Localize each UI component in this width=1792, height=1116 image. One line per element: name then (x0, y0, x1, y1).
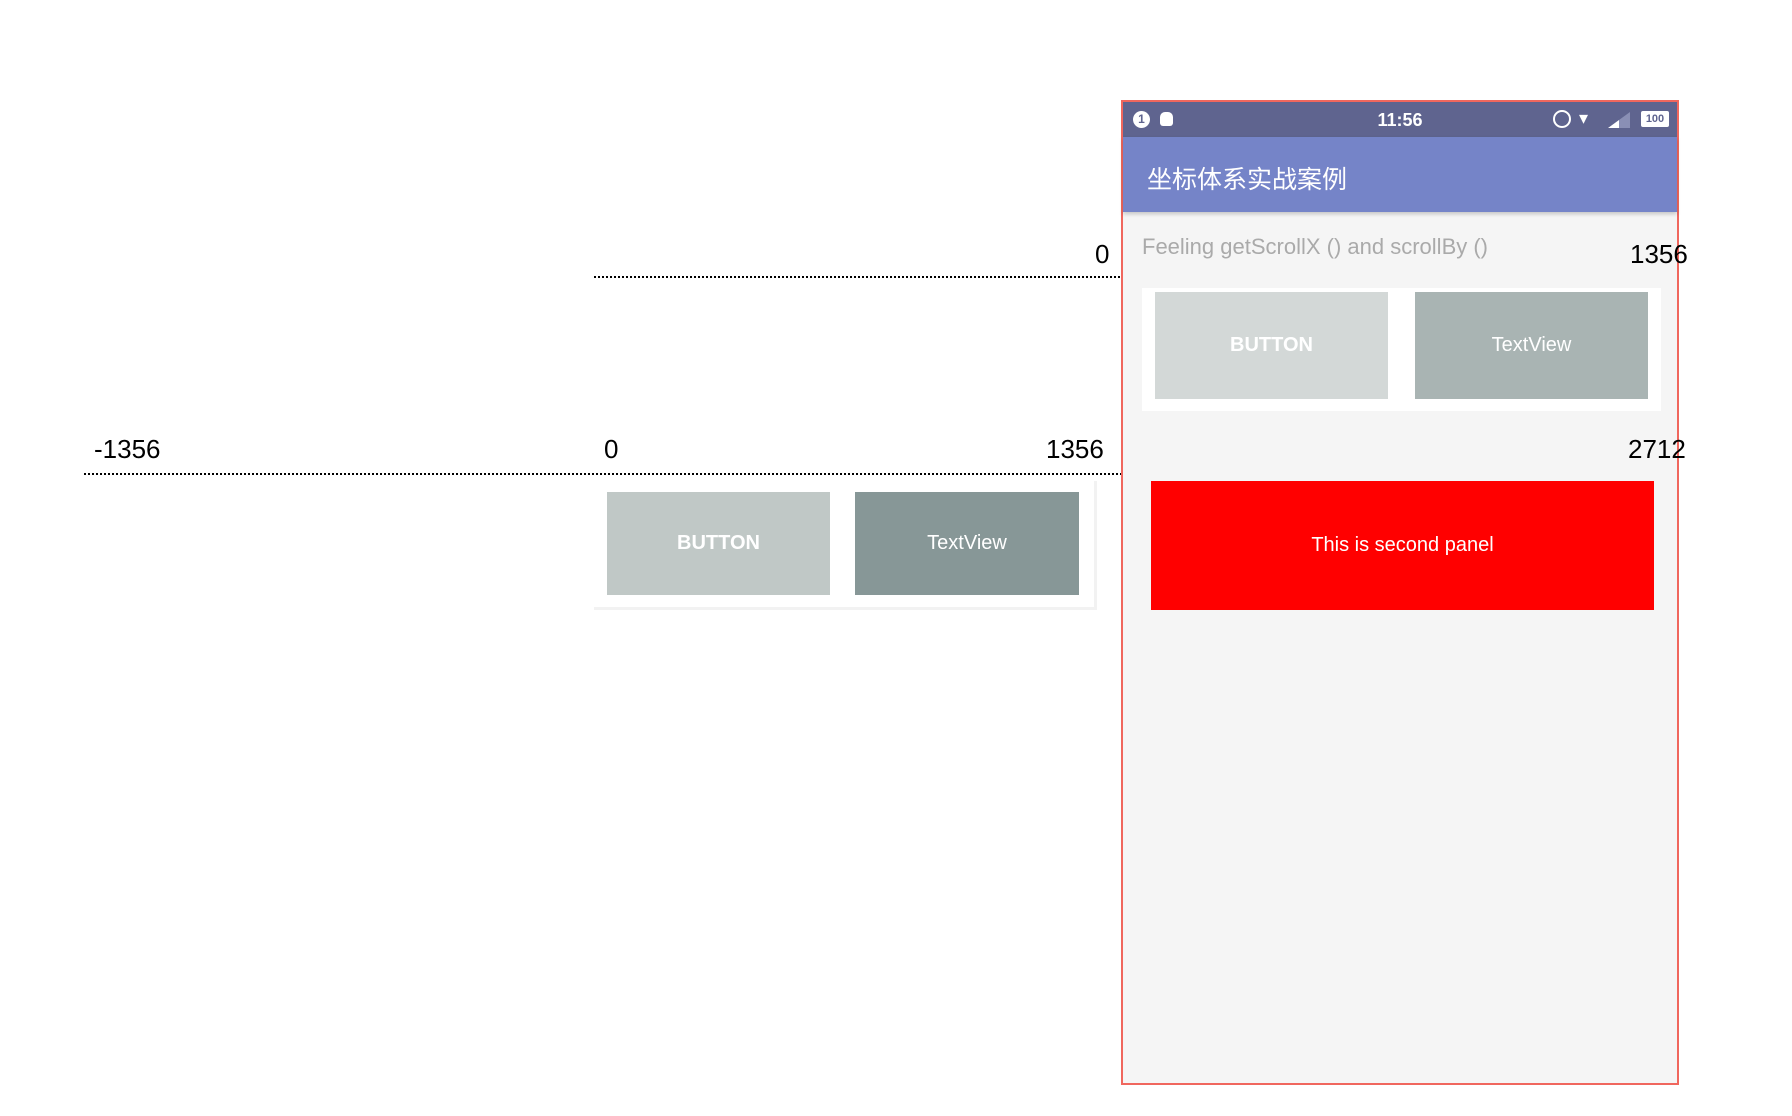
axis-top-label-0: 0 (1095, 239, 1110, 269)
battery-icon: 100 (1641, 111, 1669, 127)
textview: TextView (1415, 292, 1648, 399)
app-bar: 坐标体系实战案例 (1123, 137, 1677, 212)
scrolled-textview: TextView (855, 492, 1079, 595)
button[interactable]: BUTTON (1155, 292, 1388, 399)
app-title: 坐标体系实战案例 (1147, 166, 1348, 194)
first-panel: BUTTON TextView (1142, 288, 1661, 411)
phone-screen: 1 11:56 ▾ 100 坐标体系实战案例 Feeling getScroll… (1121, 100, 1679, 1085)
axis-bottom-label-1356: 1356 (1046, 434, 1104, 464)
status-time: 11:56 (1377, 110, 1423, 130)
subtitle: Feeling getScrollX () and scrollBy () (1142, 234, 1489, 259)
axis-bottom-label-0: 0 (604, 434, 619, 464)
scrolled-first-panel: BUTTON TextView (594, 481, 1097, 610)
axis-bottom-label-2712: 2712 (1628, 434, 1686, 464)
wifi-icon: ▾ (1579, 108, 1589, 128)
axis-bottom-label-neg1356: -1356 (94, 434, 161, 464)
status-bar: 1 11:56 ▾ 100 (1123, 102, 1677, 137)
scrolled-button[interactable]: BUTTON (607, 492, 830, 595)
axis-top-label-1356: 1356 (1630, 239, 1688, 269)
second-panel: This is second panel (1151, 481, 1654, 610)
alarm-icon (1553, 110, 1571, 128)
